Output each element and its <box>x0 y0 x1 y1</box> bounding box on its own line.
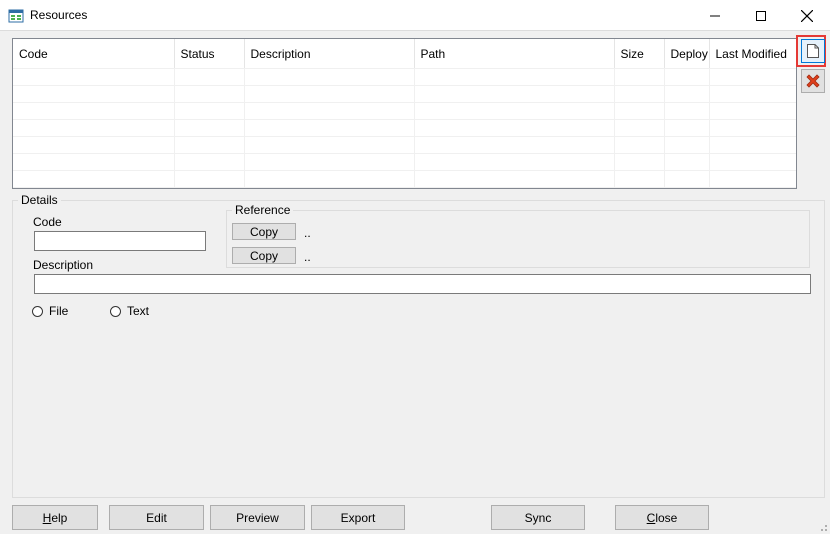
details-group-label: Details <box>18 193 61 207</box>
radio-text[interactable]: Text <box>110 304 149 318</box>
column-header-code[interactable]: Code <box>13 39 175 69</box>
maximize-icon <box>756 10 766 21</box>
table-row[interactable] <box>13 119 796 137</box>
code-field[interactable] <box>34 231 206 251</box>
table-row[interactable] <box>13 102 796 120</box>
delete-resource-button[interactable] <box>801 69 825 93</box>
title-bar[interactable]: Resources <box>0 0 830 31</box>
column-header-deploy[interactable]: Deploy <box>664 39 710 69</box>
minimize-icon <box>710 15 720 16</box>
radio-text-circle[interactable] <box>110 305 121 317</box>
close-window-button[interactable] <box>784 0 830 31</box>
column-header-path[interactable]: Path <box>414 39 615 69</box>
new-document-icon <box>807 44 819 58</box>
description-label: Description <box>33 258 94 272</box>
help-mnemonic: H <box>42 510 52 525</box>
window-title: Resources <box>30 8 88 22</box>
delete-x-icon <box>806 74 820 88</box>
table-row[interactable] <box>13 153 796 171</box>
sync-button[interactable]: Sync <box>491 505 585 530</box>
copy-button-2[interactable]: Copy <box>232 247 296 264</box>
table-row[interactable] <box>13 68 796 86</box>
help-button[interactable]: Help <box>12 505 98 530</box>
grid-header-row: Code Status Description Path Size Deploy… <box>13 39 796 69</box>
maximize-button[interactable] <box>738 0 784 31</box>
new-resource-button[interactable] <box>801 39 825 63</box>
close-icon <box>801 9 813 22</box>
code-label: Code <box>33 215 62 229</box>
radio-text-label: Text <box>127 304 150 318</box>
column-header-status[interactable]: Status <box>174 39 245 69</box>
preview-button[interactable]: Preview <box>210 505 305 530</box>
close-mnemonic: C <box>646 510 656 525</box>
resources-grid[interactable]: Code Status Description Path Size Deploy… <box>12 38 797 189</box>
close-button[interactable]: Close <box>615 505 709 530</box>
reference-group-label: Reference <box>232 203 294 217</box>
radio-file-circle[interactable] <box>32 305 43 317</box>
export-button[interactable]: Export <box>311 505 405 530</box>
resize-grip-icon[interactable] <box>818 522 828 532</box>
column-header-description[interactable]: Description <box>244 39 415 69</box>
table-row[interactable] <box>13 85 796 103</box>
radio-file[interactable]: File <box>32 304 68 318</box>
table-row[interactable] <box>13 136 796 154</box>
close-label-rest: lose <box>655 510 678 525</box>
reference-value-1: .. <box>304 226 311 240</box>
table-row[interactable] <box>13 170 796 188</box>
radio-file-label: File <box>49 304 69 318</box>
minimize-button[interactable] <box>692 0 738 31</box>
column-header-last-modified[interactable]: Last Modified <box>709 39 796 69</box>
reference-group <box>226 210 810 268</box>
description-field[interactable] <box>34 274 811 294</box>
reference-value-2: .. <box>304 250 311 264</box>
column-header-size[interactable]: Size <box>614 39 665 69</box>
resources-app-icon <box>8 9 24 23</box>
copy-button-1[interactable]: Copy <box>232 223 296 240</box>
help-label-rest: elp <box>51 510 68 525</box>
edit-button[interactable]: Edit <box>109 505 204 530</box>
